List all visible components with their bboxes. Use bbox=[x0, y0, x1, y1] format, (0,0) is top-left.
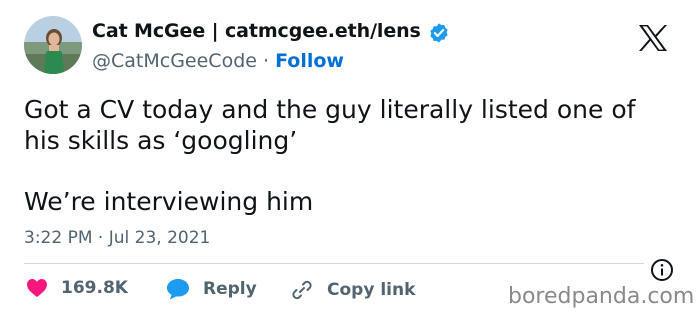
watermark-logo: boredpanda.com bbox=[508, 284, 695, 309]
copy-link-button[interactable]: Copy link bbox=[290, 278, 415, 302]
divider bbox=[24, 263, 644, 264]
verified-badge-icon bbox=[430, 23, 448, 43]
avatar[interactable] bbox=[24, 16, 82, 74]
reply-bubble-icon bbox=[167, 279, 189, 300]
heart-icon bbox=[27, 279, 47, 297]
handle-row: @CatMcGeeCode · Follow bbox=[92, 50, 344, 72]
author-handle[interactable]: @CatMcGeeCode bbox=[92, 50, 257, 72]
tweet-text-line-1: Got a CV today and the guy literally lis… bbox=[24, 95, 636, 124]
author-name[interactable]: Cat McGee | catmcgee.eth/lens bbox=[92, 20, 421, 42]
reply-button[interactable]: Reply bbox=[166, 278, 257, 300]
link-icon bbox=[292, 280, 312, 300]
like-count: 169.8K bbox=[61, 278, 128, 298]
info-icon[interactable] bbox=[650, 258, 674, 282]
reply-label: Reply bbox=[203, 279, 257, 299]
tweet-text-line-3: We’re interviewing him bbox=[24, 187, 314, 216]
tweet-text-line-2: his skills as ‘googling’ bbox=[24, 126, 298, 155]
copy-link-label: Copy link bbox=[327, 280, 416, 300]
like-button[interactable]: 169.8K bbox=[26, 278, 128, 298]
avatar-image bbox=[24, 16, 82, 74]
follow-button[interactable]: Follow bbox=[275, 50, 344, 72]
tweet-timestamp[interactable]: 3:22 PM · Jul 23, 2021 bbox=[24, 228, 210, 248]
x-logo-icon[interactable] bbox=[638, 24, 668, 52]
separator-dot: · bbox=[263, 50, 270, 72]
